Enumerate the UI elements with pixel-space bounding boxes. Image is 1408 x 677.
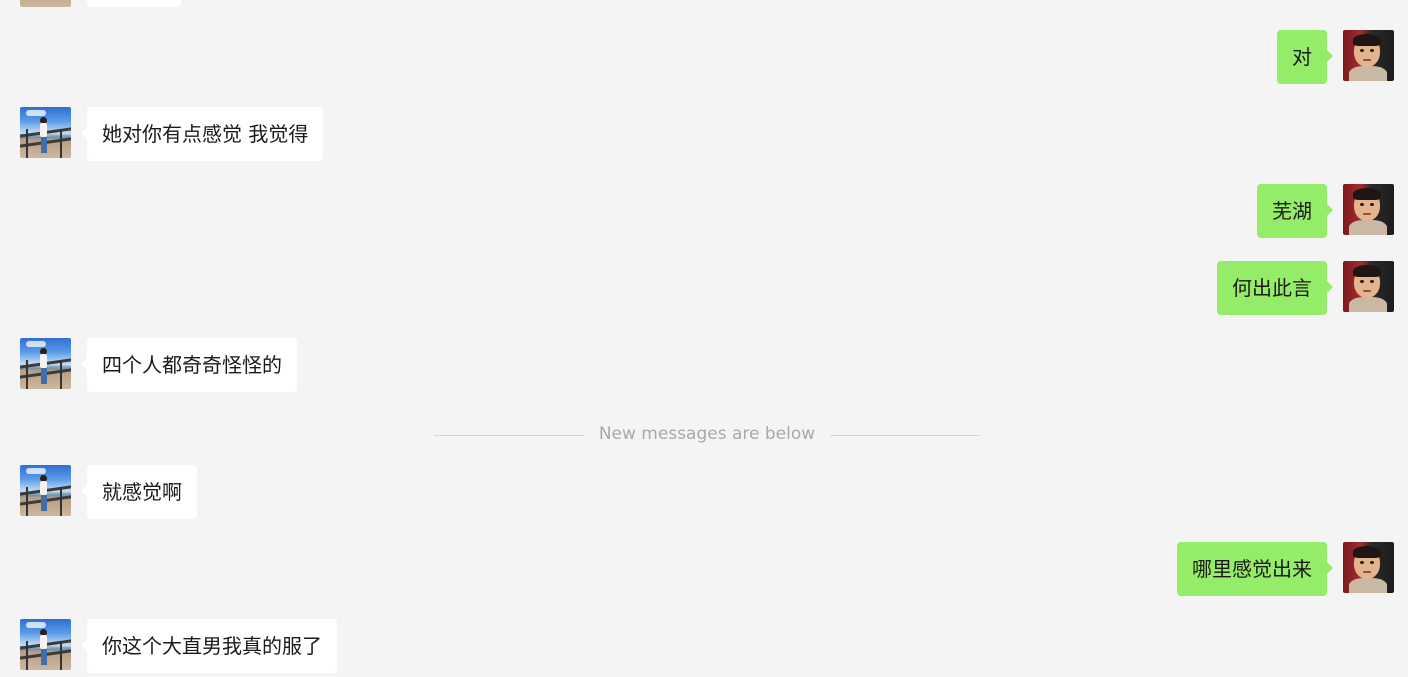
avatar-post bbox=[60, 360, 62, 389]
contact-avatar[interactable] bbox=[20, 619, 71, 670]
avatar-figure-legs bbox=[41, 368, 47, 384]
avatar-shirt bbox=[1349, 66, 1387, 81]
message-row: 四个人都奇奇怪怪的 bbox=[0, 338, 1408, 392]
message-row: 她对你有点感觉 我觉得 bbox=[0, 107, 1408, 161]
avatar-mouth bbox=[1363, 59, 1371, 61]
my-avatar[interactable] bbox=[1343, 542, 1394, 593]
avatar-eye bbox=[1370, 561, 1374, 564]
contact-avatar[interactable] bbox=[20, 0, 71, 7]
avatar-shirt bbox=[1349, 578, 1387, 593]
avatar-figure-legs bbox=[41, 649, 47, 665]
avatar-post bbox=[60, 129, 62, 158]
message-row: 就感觉啊 bbox=[0, 465, 1408, 519]
avatar-figure-legs bbox=[41, 137, 47, 153]
avatar-eye bbox=[1370, 280, 1374, 283]
avatar-hair bbox=[1353, 34, 1381, 46]
message-bubble-sent[interactable]: 哪里感觉出来 bbox=[1177, 542, 1333, 596]
avatar-figure-body bbox=[40, 481, 47, 495]
avatar-shirt bbox=[1349, 297, 1387, 312]
message-bubble-received[interactable]: 你这个大直男我真的服了 bbox=[81, 619, 337, 673]
message-bubble-received[interactable]: 四个人都奇奇怪怪的 bbox=[81, 338, 297, 392]
avatar-figure-body bbox=[40, 123, 47, 137]
message-row: 你这个大直男我真的服了 bbox=[0, 619, 1408, 673]
avatar-post bbox=[26, 641, 28, 670]
avatar-cloud bbox=[26, 110, 46, 116]
avatar-figure-body bbox=[40, 635, 47, 649]
contact-avatar[interactable] bbox=[20, 465, 71, 516]
message-row: 对 bbox=[0, 30, 1408, 84]
avatar-cloud bbox=[26, 341, 46, 347]
message-bubble-partial[interactable] bbox=[87, 0, 181, 7]
contact-avatar[interactable] bbox=[20, 338, 71, 389]
my-avatar[interactable] bbox=[1343, 184, 1394, 235]
message-bubble-sent[interactable]: 芜湖 bbox=[1257, 184, 1333, 238]
avatar-shirt bbox=[1349, 220, 1387, 235]
avatar-eye bbox=[1360, 203, 1364, 206]
avatar-cloud bbox=[26, 622, 46, 628]
avatar-post bbox=[60, 641, 62, 670]
avatar-post bbox=[26, 360, 28, 389]
avatar-figure-body bbox=[40, 354, 47, 368]
avatar-hair bbox=[1353, 265, 1381, 277]
divider-line-left bbox=[434, 435, 584, 436]
message-row: 芜湖 bbox=[0, 184, 1408, 238]
avatar-mouth bbox=[1363, 571, 1371, 573]
avatar-eye bbox=[1360, 561, 1364, 564]
avatar-cloud bbox=[26, 468, 46, 474]
avatar-figure-legs bbox=[41, 495, 47, 511]
new-messages-divider: New messages are below bbox=[434, 423, 980, 445]
message-bubble-received[interactable]: 就感觉啊 bbox=[81, 465, 197, 519]
my-avatar[interactable] bbox=[1343, 30, 1394, 81]
avatar-mouth bbox=[1363, 213, 1371, 215]
avatar-post bbox=[26, 487, 28, 516]
divider-line-right bbox=[830, 435, 980, 436]
my-avatar[interactable] bbox=[1343, 261, 1394, 312]
avatar-hair bbox=[1353, 188, 1381, 200]
message-bubble-received[interactable]: 她对你有点感觉 我觉得 bbox=[80, 107, 324, 161]
message-row: 何出此言 bbox=[0, 261, 1408, 315]
avatar-eye bbox=[1360, 280, 1364, 283]
message-row: 哪里感觉出来 bbox=[0, 542, 1408, 596]
avatar-eye bbox=[1370, 203, 1374, 206]
avatar-post bbox=[60, 487, 62, 516]
avatar-post bbox=[26, 129, 28, 158]
avatar-eye bbox=[1370, 49, 1374, 52]
message-bubble-sent[interactable]: 何出此言 bbox=[1217, 261, 1333, 315]
avatar-mouth bbox=[1363, 290, 1371, 292]
avatar-hair bbox=[1353, 546, 1381, 558]
message-bubble-sent[interactable]: 对 bbox=[1277, 30, 1333, 84]
avatar-eye bbox=[1360, 49, 1364, 52]
chat-message-list[interactable]: 对 她对你有点感觉 我觉得 芜湖 何出此言 四个人都奇奇怪怪的 New mess… bbox=[0, 0, 1408, 677]
contact-avatar[interactable] bbox=[20, 107, 71, 158]
divider-label: New messages are below bbox=[598, 424, 816, 444]
